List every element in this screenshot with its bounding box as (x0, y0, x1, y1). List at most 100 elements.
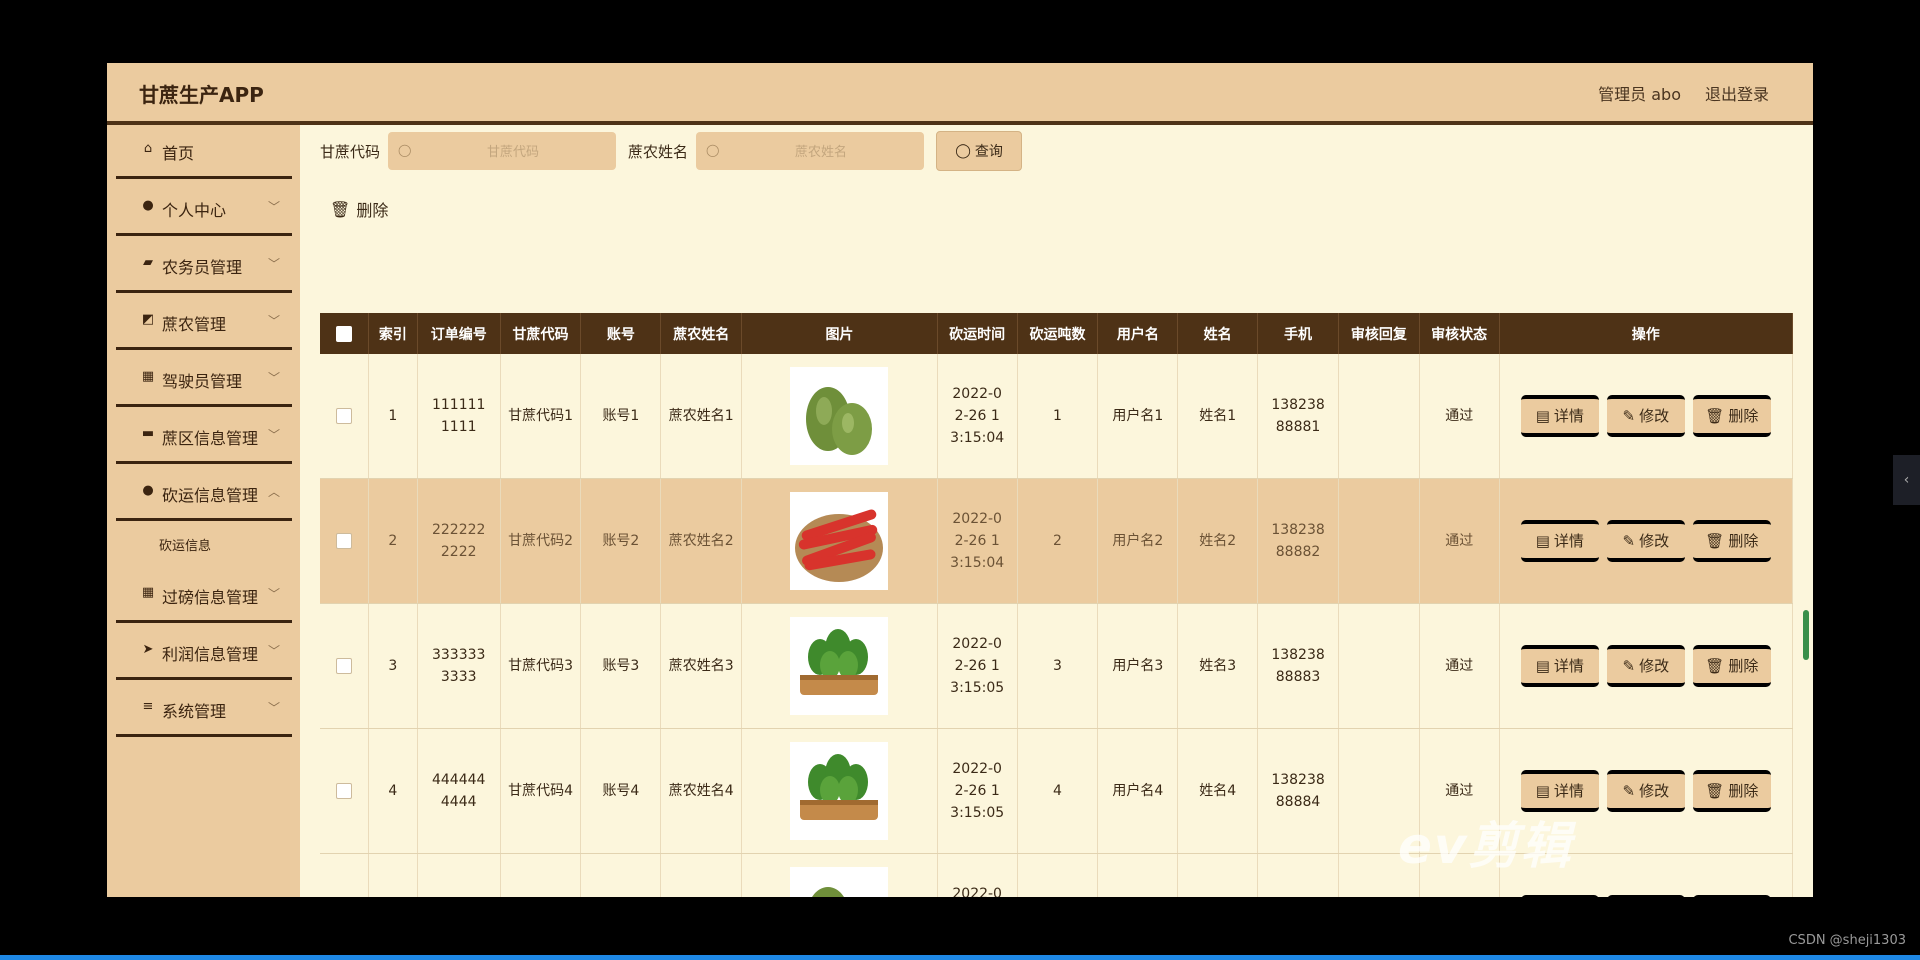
batch-delete-button[interactable]: 🗑 删除 (330, 197, 388, 221)
chevron-down-icon: ﹀ (267, 701, 280, 715)
cell-tons: 1 (1018, 354, 1099, 478)
detail-button[interactable]: ▤详情 (1520, 895, 1599, 897)
delete-button[interactable]: 🗑删除 (1692, 770, 1771, 812)
progress-bar (0, 955, 1920, 960)
cell-text: 13823888885 (1267, 894, 1329, 897)
cell-farmer: 蔗农姓名3 (661, 604, 743, 728)
select-all-checkbox[interactable] (335, 325, 352, 342)
cell-text: 通过 (1445, 658, 1474, 674)
chart-icon: ◩ (141, 312, 155, 327)
cell-name: 姓名3 (1178, 604, 1259, 728)
column-header: 操作 (1500, 313, 1793, 354)
chevron-down-icon: ﹀ (267, 587, 280, 601)
cell-text: 用户名4 (1112, 783, 1164, 799)
row-checkbox[interactable] (335, 408, 352, 424)
sidebar-item-transport[interactable]: ● 砍运信息管理 ︿ (116, 467, 292, 521)
cell-farmer: 蔗农姓名4 (661, 729, 743, 853)
edit-button[interactable]: ✎修改 (1606, 645, 1685, 687)
cell-account: 账号2 (581, 479, 662, 603)
delete-button[interactable]: 🗑删除 (1692, 395, 1771, 437)
cell-farmer: 蔗农姓名2 (661, 479, 743, 603)
cell-text: 2 (1053, 533, 1062, 549)
sidebar-item-staff[interactable]: ▰ 农务员管理 ﹀ (116, 239, 292, 293)
sidebar-item-label: 农务员管理 (162, 258, 243, 277)
sidebar-item-personal-center[interactable]: ● 个人中心 ﹀ (116, 182, 292, 236)
sidebar-item-drivers[interactable]: ▦ 驾驶员管理 ﹀ (116, 353, 292, 407)
sidebar-item-label: 蔗区信息管理 (162, 429, 259, 448)
cell-tons: 5 (1018, 854, 1099, 897)
delete-button[interactable]: 🗑删除 (1692, 895, 1771, 897)
search-icon: ◯ (955, 143, 971, 159)
sidebar-item-system[interactable]: ≡ 系统管理 ﹀ (116, 683, 292, 737)
sidebar-subitem-transport-info[interactable]: 砍运信息 (159, 535, 211, 554)
sidebar-item-label: 个人中心 (162, 201, 227, 220)
column-header: 图片 (742, 313, 938, 354)
sidebar-item-farmers[interactable]: ◩ 蔗农管理 ﹀ (116, 296, 292, 350)
sidebar-item-zones[interactable]: ▬ 蔗区信息管理 ﹀ (116, 410, 292, 464)
cell-status: 通过 (1420, 604, 1500, 728)
column-header: 姓名 (1178, 313, 1259, 354)
logout-link[interactable]: 退出登录 (1705, 81, 1769, 105)
row-actions: ▤详情✎修改🗑删除 (1520, 645, 1771, 687)
column-header: 砍运吨数 (1018, 313, 1099, 354)
cell-text: 姓名1 (1199, 408, 1237, 424)
produce-thumbnail[interactable] (790, 617, 889, 715)
actions-cell: ▤详情✎修改🗑删除 (1500, 604, 1794, 728)
sidebar-item-weighing[interactable]: ▦ 过磅信息管理 ﹀ (116, 569, 292, 623)
sidebar-item-profit[interactable]: ➤ 利润信息管理 ﹀ (116, 626, 292, 680)
cell-farmer: 蔗农姓名1 (661, 354, 743, 478)
app-title: 甘蔗生产APP (139, 83, 264, 107)
cell-order: 2222222222 (418, 479, 501, 603)
edit-button[interactable]: ✎修改 (1606, 895, 1685, 897)
produce-thumbnail[interactable] (790, 867, 889, 897)
detail-label: 详情 (1553, 532, 1584, 550)
user-icon: ● (142, 198, 154, 213)
row-checkbox[interactable] (335, 783, 352, 799)
produce-thumbnail[interactable] (790, 367, 889, 465)
detail-button[interactable]: ▤详情 (1520, 395, 1599, 437)
delete-button[interactable]: 🗑删除 (1692, 520, 1771, 562)
delete-button[interactable]: 🗑删除 (1692, 645, 1771, 687)
query-button[interactable]: ◯ 查询 (936, 131, 1023, 171)
image-cell (742, 854, 938, 897)
sidebar-item-label: 首页 (162, 144, 195, 163)
cell-text: 2222222222 (431, 522, 486, 560)
cell-account: 账号5 (581, 854, 662, 897)
sidebar-item-home[interactable]: ⌂ 首页 (116, 125, 292, 179)
column-header: 甘蔗代码 (501, 313, 582, 354)
row-checkbox[interactable] (335, 658, 352, 674)
cell-text: 2022-02-26 13:15:04 (950, 386, 1005, 446)
cell-text: 3333333333 (431, 647, 486, 685)
video-watermark: ev剪辑 (1398, 817, 1573, 875)
cell-text: 蔗农姓名1 (668, 408, 734, 424)
produce-thumbnail[interactable] (790, 492, 889, 590)
cell-phone: 13823888882 (1258, 479, 1339, 603)
detail-button[interactable]: ▤详情 (1520, 645, 1599, 687)
chevron-down-icon: ﹀ (267, 200, 280, 214)
farmer-name-input[interactable] (726, 132, 917, 172)
row-select-cell (320, 854, 369, 897)
row-checkbox[interactable] (335, 533, 352, 549)
detail-button[interactable]: ▤详情 (1520, 520, 1599, 562)
cell-reply (1339, 354, 1420, 478)
edit-button[interactable]: ✎修改 (1606, 770, 1685, 812)
admin-user-label[interactable]: 管理员 abo (1598, 81, 1681, 105)
header-select-all (320, 313, 369, 354)
cell-text: 用户名1 (1112, 408, 1164, 424)
cell-tons: 2 (1018, 479, 1099, 603)
trash-icon: 🗑 (1705, 782, 1725, 800)
produce-thumbnail[interactable] (790, 742, 889, 840)
document-icon: ▤ (1535, 407, 1550, 425)
side-collapse-tab[interactable]: ‹ (1893, 455, 1920, 505)
scrollbar-thumb[interactable] (1803, 610, 1809, 660)
cell-index: 1 (369, 354, 418, 478)
row-select-cell (320, 604, 369, 728)
column-header: 审核状态 (1420, 313, 1500, 354)
edit-button[interactable]: ✎修改 (1606, 395, 1685, 437)
edit-button[interactable]: ✎修改 (1606, 520, 1685, 562)
cell-time: 2022-02-26 13:15:05 (938, 854, 1018, 897)
cell-text: 用户名3 (1112, 658, 1164, 674)
row-select-cell (320, 729, 369, 853)
cane-code-input[interactable] (418, 132, 609, 172)
cell-text: 通过 (1445, 783, 1474, 799)
